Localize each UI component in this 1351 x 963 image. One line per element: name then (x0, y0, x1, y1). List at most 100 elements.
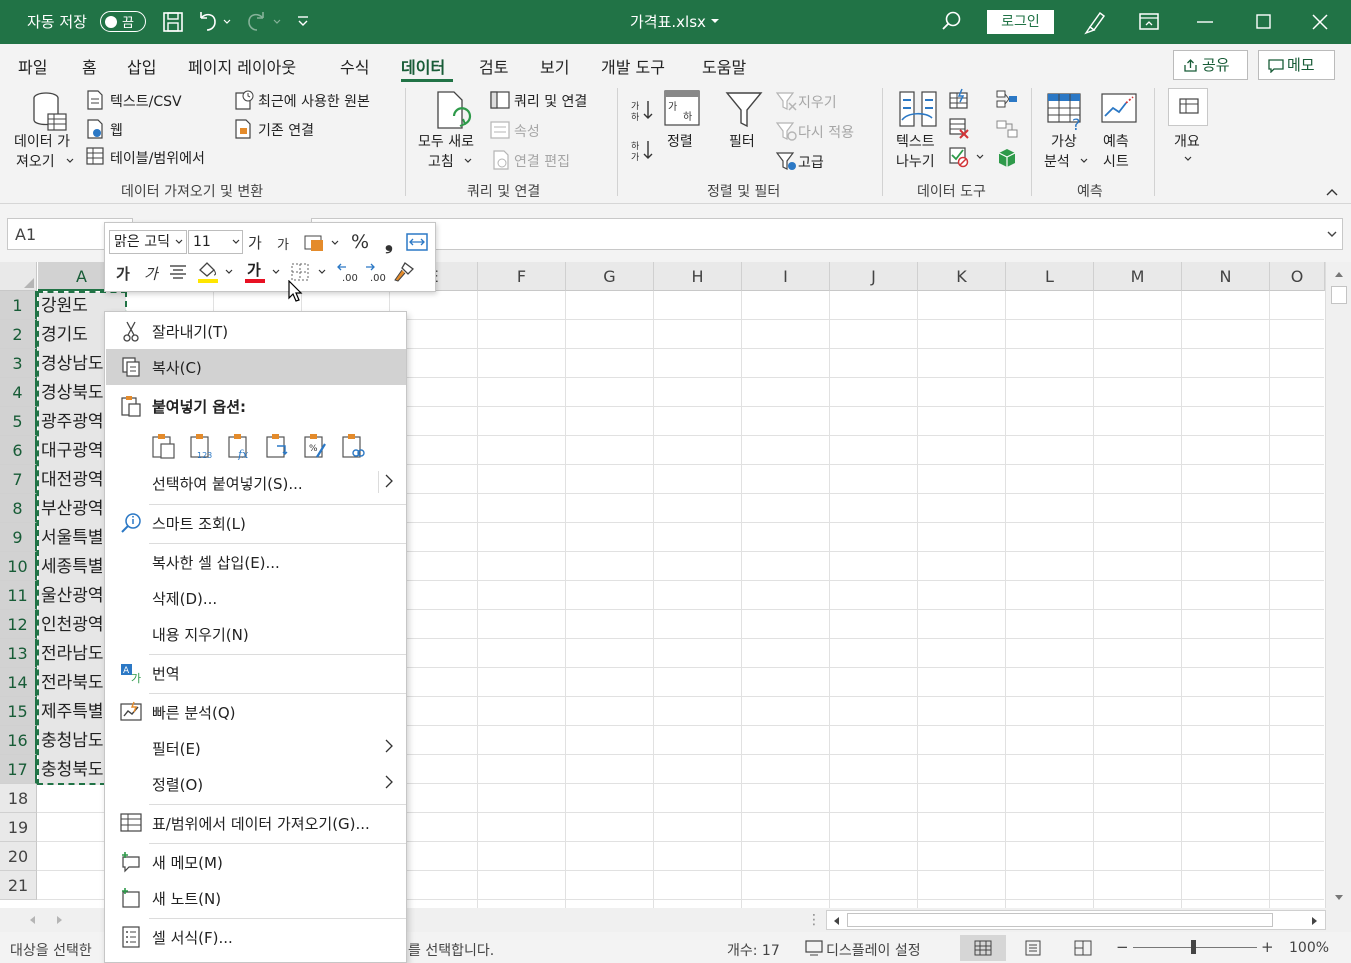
page-layout-view-icon[interactable] (1024, 940, 1042, 956)
fill-color-icon[interactable] (196, 260, 236, 284)
page-break-view-icon[interactable] (1074, 940, 1092, 956)
search-icon[interactable] (941, 10, 963, 32)
redo-icon[interactable] (246, 10, 282, 34)
menu-paste-special[interactable]: 선택하여 붙여넣기(S)... (106, 465, 406, 501)
menu-sort[interactable]: 정렬(O) (106, 766, 406, 802)
data-model-icon[interactable] (996, 148, 1018, 168)
sort-dialog-icon[interactable]: 가하 (664, 90, 700, 126)
row-header[interactable]: 6 (0, 436, 37, 465)
splitter-icon[interactable]: ⋮ (807, 912, 821, 928)
row-header[interactable]: 7 (0, 465, 37, 494)
get-data-label-1[interactable]: 데이터 가 (14, 131, 70, 151)
text-to-columns-label-1[interactable]: 텍스트 (896, 131, 935, 151)
row-header[interactable]: 13 (0, 639, 37, 668)
customize-qat-icon[interactable] (296, 14, 310, 28)
row-header[interactable]: 1 (0, 291, 37, 320)
zoom-slider-thumb[interactable] (1191, 940, 1196, 954)
display-settings-button[interactable]: 디스플레이 설정 (826, 940, 921, 960)
paste-link-icon[interactable] (341, 432, 367, 460)
get-data-icon[interactable] (30, 90, 70, 134)
row-header[interactable]: 4 (0, 378, 37, 407)
data-validation-icon[interactable] (948, 146, 986, 168)
relationships-icon[interactable] (996, 119, 1018, 139)
column-header[interactable]: N (1182, 262, 1270, 291)
row-header[interactable]: 15 (0, 697, 37, 726)
column-header[interactable]: O (1270, 262, 1325, 291)
queries-connections-button[interactable]: 쿼리 및 연결 (514, 91, 587, 111)
pen-icon[interactable] (1082, 9, 1108, 35)
count-indicator[interactable]: 개수: 17 (727, 940, 780, 960)
percent-button[interactable]: % (351, 231, 369, 253)
tab-file[interactable]: 파일 (18, 54, 47, 78)
close-icon[interactable] (1312, 14, 1328, 30)
menu-new-comment[interactable]: 새 메모(M) (106, 844, 406, 880)
web-button[interactable]: 웹 (110, 120, 123, 140)
column-header[interactable]: F (478, 262, 566, 291)
text-to-columns-label-2[interactable]: 나누기 (896, 151, 935, 171)
row-header[interactable]: 2 (0, 320, 37, 349)
row-header[interactable]: 12 (0, 610, 37, 639)
grow-font-button[interactable]: 가 (248, 232, 262, 253)
sort-desc-icon[interactable]: 하가 (630, 138, 654, 162)
reapply-button[interactable]: 다시 적용 (798, 122, 854, 142)
text-to-columns-icon[interactable] (898, 90, 938, 130)
tab-page-layout[interactable]: 페이지 레이아웃 (188, 54, 296, 78)
row-header[interactable]: 10 (0, 552, 37, 581)
paste-transpose-icon[interactable] (265, 432, 291, 460)
outline-button[interactable]: 개요 (1174, 131, 1200, 151)
text-csv-button[interactable]: 텍스트/CSV (110, 91, 182, 111)
italic-button[interactable]: 가 (144, 263, 158, 284)
column-header[interactable]: K (918, 262, 1006, 291)
column-header[interactable]: M (1094, 262, 1182, 291)
horizontal-scroll-thumb[interactable] (847, 913, 1273, 927)
filter-button[interactable]: 필터 (729, 131, 755, 151)
horizontal-scrollbar[interactable] (826, 910, 1326, 930)
remove-duplicates-icon[interactable] (948, 117, 970, 139)
collapse-ribbon-icon[interactable] (1326, 188, 1338, 196)
menu-insert-copied-cells[interactable]: 복사한 셀 삽입(E)... (106, 544, 406, 580)
menu-quick-analysis[interactable]: 빠른 분석(Q) (106, 694, 406, 730)
what-if-label-2[interactable]: 분석 (1044, 151, 1070, 171)
share-button[interactable]: 공유 (1173, 50, 1248, 80)
row-header[interactable]: 14 (0, 668, 37, 697)
tab-developer[interactable]: 개발 도구 (601, 54, 665, 78)
paste-values-icon[interactable]: 123 (189, 432, 215, 460)
expand-formula-icon[interactable] (1327, 231, 1337, 238)
forecast-label-2[interactable]: 시트 (1103, 151, 1129, 171)
from-table-button[interactable]: 테이블/범위에서 (110, 148, 205, 168)
column-header[interactable]: G (566, 262, 654, 291)
row-header[interactable]: 19 (0, 813, 37, 842)
decrease-decimal-icon[interactable]: .00 (364, 261, 388, 283)
menu-filter[interactable]: 필터(E) (106, 730, 406, 766)
advanced-button[interactable]: 고급 (798, 152, 824, 172)
zoom-level[interactable]: 100% (1289, 940, 1329, 956)
row-header[interactable]: 21 (0, 871, 37, 900)
menu-smart-lookup[interactable]: 스마트 조회(L) (106, 505, 406, 541)
ribbon-display-icon[interactable] (1138, 12, 1160, 32)
normal-view-button[interactable] (960, 935, 1006, 961)
tab-data[interactable]: 데이터 (401, 54, 445, 78)
menu-cut[interactable]: 잘라내기(T) (106, 313, 406, 349)
shrink-font-button[interactable]: 가 (277, 234, 289, 253)
row-header[interactable]: 5 (0, 407, 37, 436)
column-header[interactable]: L (1006, 262, 1094, 291)
font-color-icon[interactable]: 가 (243, 260, 283, 284)
menu-get-data-from-table[interactable]: 표/범위에서 데이터 가져오기(G)... (106, 805, 406, 841)
tab-home[interactable]: 홈 (82, 54, 97, 78)
zoom-out-icon[interactable]: − (1116, 938, 1129, 956)
sort-button[interactable]: 정렬 (667, 131, 693, 151)
what-if-icon[interactable]: ? (1046, 92, 1088, 132)
recent-sources-button[interactable]: 최근에 사용한 원본 (258, 91, 370, 111)
paste-formulas-icon[interactable]: fx (227, 432, 253, 460)
select-all-corner[interactable] (0, 262, 37, 291)
formula-input[interactable] (311, 218, 1343, 250)
paste-formatting-icon[interactable]: % (303, 432, 329, 460)
sort-asc-icon[interactable]: 가하 (630, 98, 654, 122)
row-header[interactable]: 16 (0, 726, 37, 755)
menu-delete[interactable]: 삭제(D)... (106, 580, 406, 616)
maximize-icon[interactable] (1256, 14, 1271, 29)
flash-fill-icon[interactable] (948, 88, 970, 110)
row-header[interactable]: 20 (0, 842, 37, 871)
menu-clear-contents[interactable]: 내용 지우기(N) (106, 616, 406, 652)
comma-button[interactable]: ❟ (385, 230, 393, 254)
